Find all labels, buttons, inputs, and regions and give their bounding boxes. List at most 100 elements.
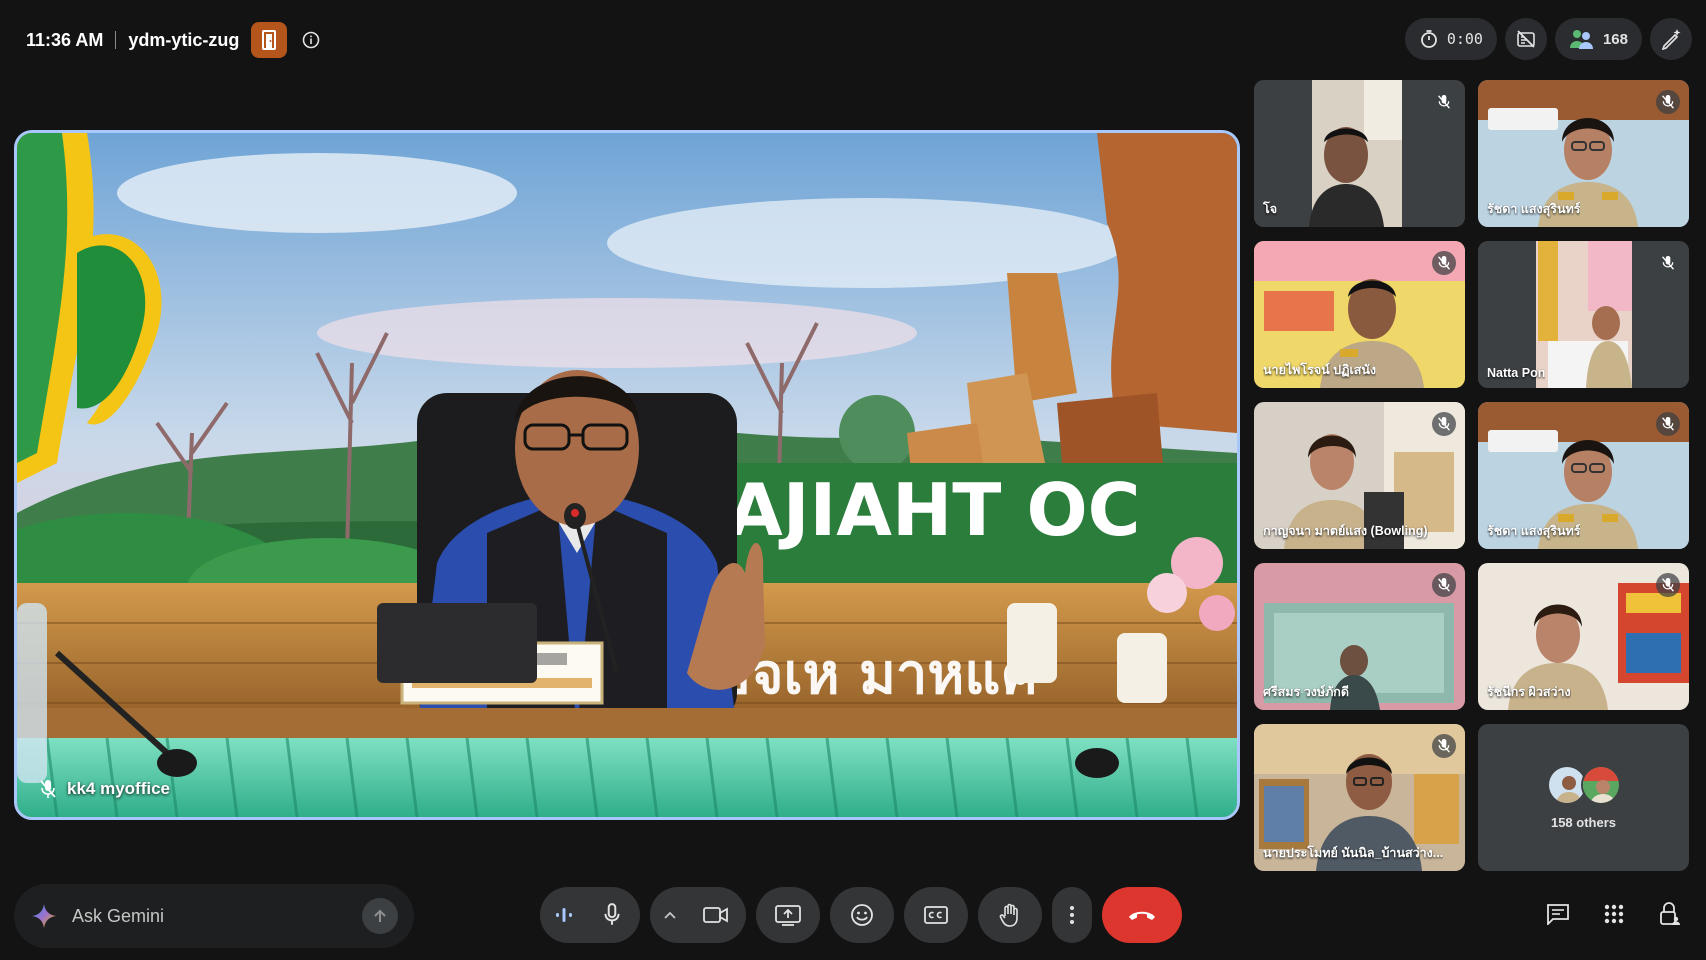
speaker-name-tag: kk4 myoffice — [39, 779, 170, 799]
others-avatars — [1546, 765, 1621, 805]
people-pill[interactable]: 168 — [1554, 18, 1642, 60]
participant-name: รัชนีกร ผิวสว่าง — [1487, 685, 1571, 699]
audio-level-button[interactable] — [540, 887, 588, 943]
recording-off-icon — [1517, 30, 1535, 48]
door-icon — [262, 30, 277, 50]
emoji-icon — [851, 904, 873, 926]
others-tile[interactable]: 158 others — [1478, 724, 1689, 871]
activities-button[interactable] — [1600, 900, 1628, 928]
mic-off-icon — [1662, 256, 1674, 270]
meeting-code: ydm-ytic-zug — [128, 29, 240, 50]
participant-tile[interactable]: Natta Pon — [1478, 241, 1689, 388]
mic-off-indicator — [1432, 90, 1456, 114]
camera-icon — [703, 907, 728, 923]
participant-name: นายประโมทย์ นันนิล_บ้านสว่าง... — [1263, 846, 1444, 860]
status-indicators: 0:00 168 — [1404, 18, 1692, 60]
participant-grid: โจ รัชดา แสงสุรินทร์ นายไพโรจน์ ปฏิเสนัง… — [1254, 80, 1689, 871]
lock-person-icon — [1660, 902, 1680, 925]
mic-off-icon — [1438, 739, 1450, 753]
svg-text:อจเห มาหแค: อจเห มาหแค — [717, 642, 1038, 707]
participant-count: 168 — [1602, 30, 1628, 48]
speaker-video: AJIAHT OC อจเห มาหแค — [17, 133, 1237, 817]
info-icon — [303, 31, 320, 49]
more-options-button[interactable] — [1052, 887, 1092, 943]
captions-icon — [924, 906, 948, 924]
svg-text:AJIAHT OC: AJIAHT OC — [727, 468, 1141, 552]
mic-off-icon — [1438, 256, 1450, 270]
mic-off-indicator — [1432, 251, 1456, 275]
recording-status[interactable] — [1504, 18, 1547, 60]
mic-off-indicator — [1656, 412, 1680, 436]
avatar — [1580, 765, 1621, 805]
mic-off-icon — [1438, 578, 1450, 592]
camera-options-button[interactable] — [650, 887, 690, 943]
mic-off-indicator — [1432, 734, 1456, 758]
apps-grid-icon — [1604, 904, 1624, 924]
more-vert-icon — [1070, 906, 1074, 924]
microphone-button[interactable] — [588, 887, 636, 943]
mic-off-icon — [40, 780, 56, 798]
timer-icon — [1420, 30, 1437, 48]
people-icon — [1569, 30, 1593, 49]
chevron-up-icon — [664, 911, 676, 919]
participant-tile[interactable]: นายประโมทย์ นันนิล_บ้านสว่าง... — [1254, 724, 1465, 871]
participant-name: Natta Pon — [1487, 366, 1546, 380]
participant-tile[interactable]: โจ — [1254, 80, 1465, 227]
mic-off-icon — [1438, 417, 1450, 431]
participant-tile[interactable]: ศรีสมร วงษ์ภักดี — [1254, 563, 1465, 710]
mic-off-icon — [1662, 95, 1674, 109]
divider — [115, 31, 117, 49]
mic-off-indicator — [1656, 90, 1680, 114]
gemini-send-button[interactable] — [362, 898, 398, 934]
host-badge[interactable] — [251, 22, 288, 58]
gemini-placeholder: Ask Gemini — [72, 905, 165, 926]
participant-tile[interactable]: กาญจนา มาตย์แสง (Bowling) — [1254, 402, 1465, 549]
mic-off-indicator — [1656, 251, 1680, 275]
captions-button[interactable] — [904, 887, 968, 943]
reactions-button[interactable] — [830, 887, 894, 943]
clock-time: 11:36 AM — [26, 29, 104, 50]
edit-button[interactable] — [1650, 18, 1692, 60]
present-screen-icon — [775, 905, 801, 926]
edit-sparkle-icon — [1661, 29, 1681, 50]
participant-tile[interactable]: รัชดา แสงสุรินทร์ — [1478, 402, 1689, 549]
meeting-details: 11:36 AM ydm-ytic-zug — [26, 22, 323, 58]
camera-control-group — [650, 887, 746, 943]
chat-button[interactable] — [1544, 900, 1572, 928]
speaker-name: kk4 myoffice — [67, 779, 170, 798]
main-speaker-tile[interactable]: AJIAHT OC อจเห มาหแค kk4 myoffice — [14, 130, 1240, 820]
meeting-info-button[interactable] — [299, 28, 323, 52]
leave-call-button[interactable] — [1102, 887, 1182, 943]
timer-pill[interactable]: 0:00 — [1404, 18, 1497, 60]
participant-name: รัชดา แสงสุรินทร์ — [1487, 524, 1581, 538]
ask-gemini-bar[interactable]: Ask Gemini — [14, 884, 414, 948]
mic-icon — [604, 903, 620, 925]
timer-value: 0:00 — [1446, 30, 1483, 48]
host-controls-button[interactable] — [1656, 900, 1684, 928]
gemini-sparkle-icon — [32, 904, 56, 928]
arrow-up-icon — [374, 909, 386, 922]
present-button[interactable] — [756, 887, 820, 943]
side-panel-controls — [1544, 896, 1684, 932]
participant-tile[interactable]: รัชนีกร ผิวสว่าง — [1478, 563, 1689, 710]
mic-off-indicator — [1432, 412, 1456, 436]
chat-icon — [1547, 904, 1569, 925]
audio-level-icon — [556, 908, 572, 922]
participant-tile[interactable]: รัชดา แสงสุรินทร์ — [1478, 80, 1689, 227]
participant-name: โจ — [1263, 202, 1278, 216]
end-call-icon — [1129, 911, 1155, 920]
mic-off-icon — [1438, 95, 1450, 109]
mic-off-icon — [1662, 417, 1674, 431]
call-controls — [540, 887, 1182, 943]
others-count: 158 others — [1550, 815, 1617, 830]
participant-name: นายไพโรจน์ ปฏิเสนัง — [1263, 363, 1377, 377]
raise-hand-button[interactable] — [978, 887, 1042, 943]
mic-off-indicator — [1432, 573, 1456, 597]
mic-control-group — [540, 887, 640, 943]
top-bar: 11:36 AM ydm-ytic-zug 0:00 168 — [0, 0, 1706, 78]
participant-name: กาญจนา มาตย์แสง (Bowling) — [1263, 524, 1428, 538]
raise-hand-icon — [999, 903, 1018, 927]
participant-tile[interactable]: นายไพโรจน์ ปฏิเสนัง — [1254, 241, 1465, 388]
participant-name: รัชดา แสงสุรินทร์ — [1487, 202, 1581, 216]
camera-button[interactable] — [690, 887, 742, 943]
